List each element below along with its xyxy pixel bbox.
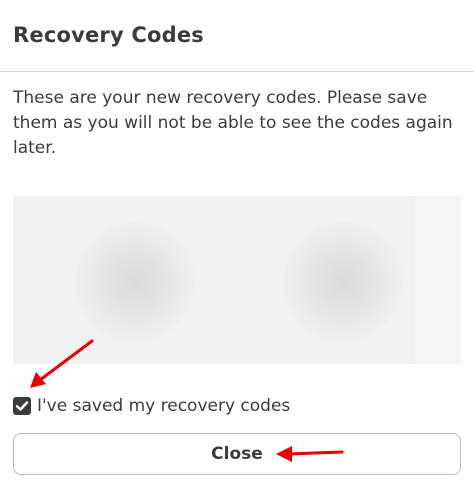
- recovery-codes-panel: [13, 196, 461, 364]
- dialog-title: Recovery Codes: [13, 23, 204, 47]
- saved-codes-checkbox-row[interactable]: I've saved my recovery codes: [13, 394, 290, 418]
- checkmark-icon: [15, 401, 29, 411]
- blurred-code-column-left: [75, 222, 195, 342]
- codes-panel-edge: [415, 196, 461, 364]
- blurred-code-column-right: [283, 222, 403, 342]
- dialog-header: Recovery Codes: [0, 0, 474, 72]
- close-button[interactable]: Close: [13, 433, 461, 475]
- saved-codes-checkbox-label[interactable]: I've saved my recovery codes: [37, 394, 290, 418]
- dialog-description: These are your new recovery codes. Pleas…: [13, 88, 453, 158]
- saved-codes-checkbox[interactable]: [13, 397, 31, 415]
- recovery-codes-dialog: Recovery Codes These are your new recove…: [0, 0, 474, 487]
